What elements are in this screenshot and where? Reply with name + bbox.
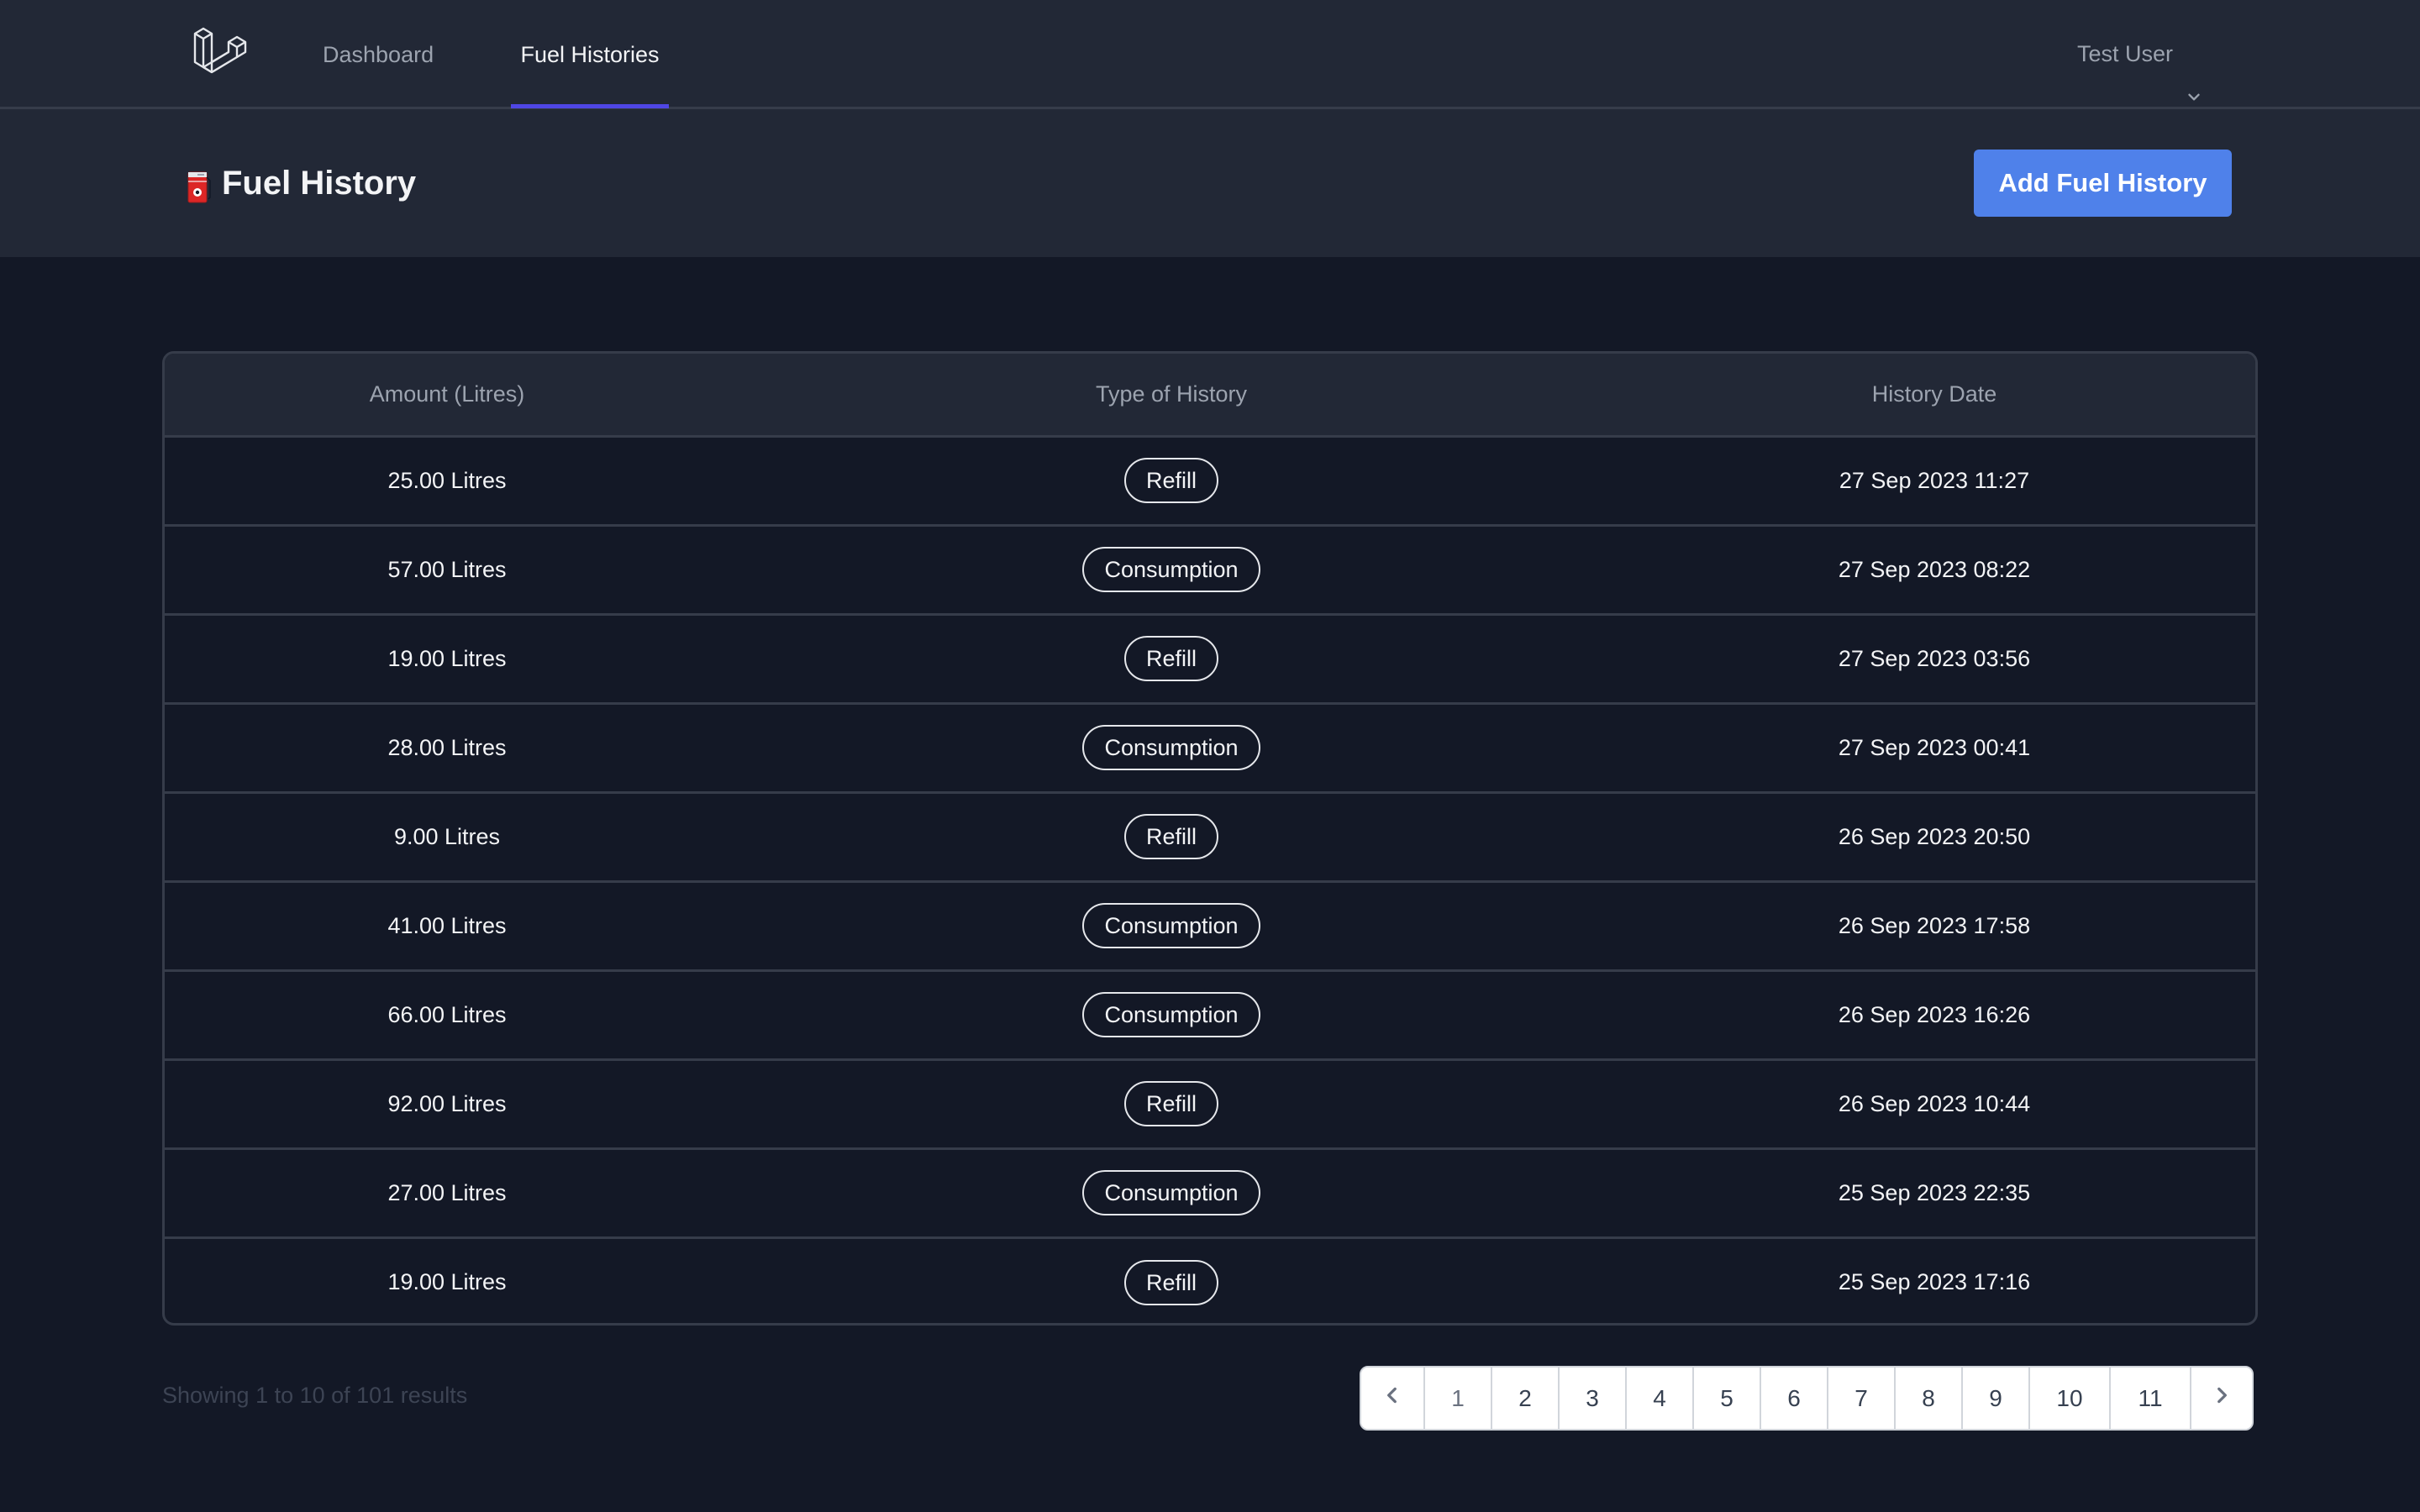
laravel-logo-icon[interactable] [192,25,250,82]
table-row: 19.00 Litres Refill 25 Sep 2023 17:16 [165,1237,2255,1323]
fuel-pump-icon [187,166,212,203]
previous-page-button[interactable] [1361,1368,1423,1429]
results-summary: Showing 1 to 10 of 101 results [162,1383,468,1408]
pagination: 1 2 3 4 5 6 7 8 9 10 11 [1360,1366,2254,1431]
page-link[interactable]: 7 [1827,1368,1894,1429]
column-header-amount: Amount (Litres) [165,354,729,438]
type-cell: Consumption [729,970,1613,1059]
date-cell: 25 Sep 2023 22:35 [1838,1179,2031,1205]
type-cell: Refill [729,792,1613,881]
amount-cell: 66.00 Litres [387,1001,507,1027]
table-row: 25.00 Litres Refill 27 Sep 2023 11:27 [165,436,2255,525]
history-type-badge: Refill [1123,1081,1218,1126]
chevron-down-icon [2185,45,2203,101]
date-cell: 25 Sep 2023 17:16 [1838,1269,2031,1295]
nav-link-dashboard[interactable]: Dashboard [323,0,434,107]
chevron-right-icon [2212,1384,2231,1412]
date-cell: 27 Sep 2023 03:56 [1838,645,2031,671]
history-type-badge: Consumption [1082,992,1260,1037]
date-cell: 26 Sep 2023 10:44 [1838,1090,2031,1116]
page-link[interactable]: 5 [1692,1368,1760,1429]
date-cell: 27 Sep 2023 00:41 [1838,734,2031,760]
date-cell: 26 Sep 2023 20:50 [1838,823,2031,849]
amount-cell: 92.00 Litres [387,1090,507,1116]
type-cell: Refill [729,1059,1613,1148]
add-fuel-history-button[interactable]: Add Fuel History [1974,150,2232,217]
history-type-badge: Consumption [1082,725,1260,770]
page-link[interactable]: 2 [1491,1368,1558,1429]
amount-cell: 41.00 Litres [387,912,507,938]
page-current: 1 [1423,1368,1491,1429]
table-row: 28.00 Litres Consumption 27 Sep 2023 00:41 [165,703,2255,792]
type-cell: Refill [729,1237,1613,1323]
type-cell: Consumption [729,525,1613,614]
page-link[interactable]: 3 [1558,1368,1625,1429]
type-cell: Refill [729,436,1613,525]
page-title: Fuel History [187,156,416,210]
history-type-badge: Refill [1123,458,1218,503]
date-cell: 26 Sep 2023 17:58 [1838,912,2031,938]
history-type-badge: Consumption [1082,547,1260,592]
table-row: 9.00 Litres Refill 26 Sep 2023 20:50 [165,792,2255,881]
table-row: 19.00 Litres Refill 27 Sep 2023 03:56 [165,614,2255,703]
amount-cell: 27.00 Litres [387,1179,507,1205]
amount-cell: 25.00 Litres [387,467,507,493]
fuel-history-table: Amount (Litres) Type of History History … [162,351,2258,1326]
user-name: Test User [2077,40,2174,66]
page-title-text: Fuel History [222,165,417,202]
type-cell: Consumption [729,881,1613,970]
history-type-badge: Consumption [1082,1170,1260,1215]
amount-cell: 19.00 Litres [387,645,507,671]
history-type-badge: Refill [1123,636,1218,681]
page-link[interactable]: 9 [1961,1368,2028,1429]
nav-link-fuel-histories[interactable]: Fuel Histories [511,0,669,108]
type-cell: Consumption [729,1148,1613,1237]
history-type-badge: Consumption [1082,903,1260,948]
type-cell: Consumption [729,703,1613,792]
next-page-button[interactable] [2190,1368,2252,1429]
table-row: 66.00 Litres Consumption 26 Sep 2023 16:26 [165,970,2255,1059]
user-menu-dropdown[interactable]: Test User [2077,0,2203,107]
table-row: 92.00 Litres Refill 26 Sep 2023 10:44 [165,1059,2255,1148]
amount-cell: 19.00 Litres [387,1269,507,1295]
table-row: 57.00 Litres Consumption 27 Sep 2023 08:22 [165,525,2255,614]
table-row: 27.00 Litres Consumption 25 Sep 2023 22:35 [165,1148,2255,1237]
type-cell: Refill [729,614,1613,703]
column-header-date: History Date [1613,354,2255,438]
history-type-badge: Refill [1123,1259,1218,1305]
column-header-type: Type of History [729,354,1613,438]
top-navigation: Dashboard Fuel Histories Test User [0,0,2420,109]
page-link[interactable]: 11 [2109,1368,2190,1429]
table-row: 41.00 Litres Consumption 26 Sep 2023 17:58 [165,881,2255,970]
table-header-row: Amount (Litres) Type of History History … [165,354,2255,438]
amount-cell: 28.00 Litres [387,734,507,760]
page-link[interactable]: 10 [2028,1368,2109,1429]
page-link[interactable]: 4 [1625,1368,1692,1429]
date-cell: 27 Sep 2023 11:27 [1839,467,2030,493]
page-link[interactable]: 6 [1760,1368,1827,1429]
history-type-badge: Refill [1123,814,1218,859]
amount-cell: 9.00 Litres [393,823,501,849]
date-cell: 27 Sep 2023 08:22 [1838,556,2031,582]
page-header: Fuel History Add Fuel History [0,109,2420,257]
amount-cell: 57.00 Litres [387,556,507,582]
chevron-left-icon [1383,1384,1402,1412]
date-cell: 26 Sep 2023 16:26 [1838,1001,2031,1027]
page-link[interactable]: 8 [1894,1368,1961,1429]
